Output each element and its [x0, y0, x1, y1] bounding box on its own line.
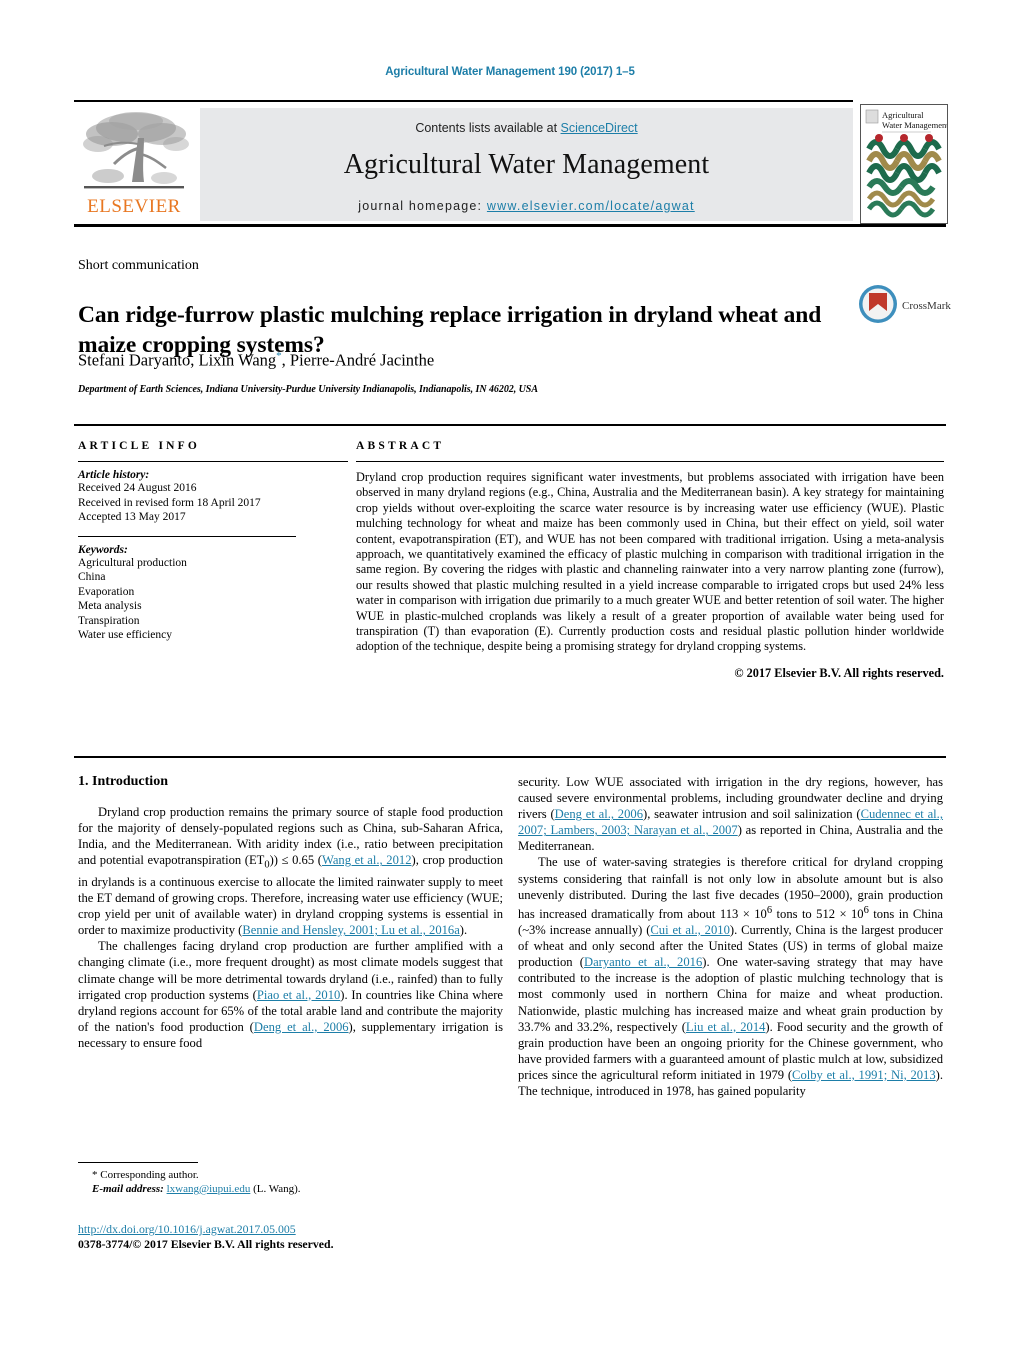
contents-prefix: Contents lists available at — [415, 121, 561, 135]
svg-text:Water Management: Water Management — [882, 120, 947, 130]
abstract-copyright: © 2017 Elsevier B.V. All rights reserved… — [734, 665, 944, 680]
body-paragraph: The challenges facing dryland crop produ… — [78, 938, 503, 1051]
citation-link[interactable]: Bennie and Hensley, 2001; Lu et al., 201… — [242, 923, 459, 937]
crossmark-badge[interactable]: CrossMark — [858, 284, 958, 334]
body-paragraph: The use of water-saving strategies is th… — [518, 854, 943, 1099]
text-run: ). — [459, 923, 468, 938]
keyword-item: China — [78, 571, 106, 583]
corresponding-author-star: * — [92, 1169, 98, 1181]
homepage-prefix: journal homepage: — [358, 199, 487, 213]
section-heading-introduction: 1. Introduction — [78, 774, 168, 789]
citation-link[interactable]: Wang et al., 2012 — [322, 853, 412, 867]
running-head: Agricultural Water Management 190 (2017)… — [385, 66, 635, 78]
elsevier-tree-icon — [83, 112, 189, 189]
email-link[interactable]: lxwang@iupui.edu — [167, 1183, 251, 1195]
info-block-top-rule — [74, 424, 946, 426]
article-history-accepted: Accepted 13 May 2017 — [78, 511, 186, 523]
info-block-bottom-rule — [74, 756, 946, 758]
keywords-separator-rule — [78, 535, 296, 537]
footnote-rule — [78, 1162, 198, 1163]
keywords-label: Keywords: — [78, 543, 128, 556]
keyword-item: Agricultural production — [78, 556, 187, 569]
keyword-item: Meta analysis — [78, 600, 142, 612]
corresponding-author-line: * Corresponding author. — [78, 1168, 503, 1182]
masthead-top-rule — [74, 100, 853, 102]
paper-page: Agricultural Water Management 190 (2017)… — [0, 0, 1020, 1351]
citation-link[interactable]: Deng et al., 2006 — [555, 807, 643, 821]
author-names-head: Stefani Daryanto, Lixin Wang — [78, 350, 277, 370]
email-label: E-mail address: — [92, 1183, 164, 1195]
keyword-item: Evaporation — [78, 585, 135, 598]
corresponding-author-text: Corresponding author. — [100, 1169, 199, 1181]
author-names-tail: , Pierre-André Jacinthe — [281, 350, 435, 370]
text-run: )) ≤ 0.65 ( — [269, 853, 322, 868]
citation-link[interactable]: Liu et al., 2014 — [686, 1020, 766, 1034]
article-type-label: Short communication — [78, 258, 199, 273]
body-column-left: 1. Introduction Dryland crop production … — [78, 774, 503, 1051]
doi-footer: http://dx.doi.org/10.1016/j.agwat.2017.0… — [78, 1222, 538, 1252]
citation-link[interactable]: Colby et al., 1991; Ni, 2013 — [792, 1068, 936, 1082]
abstract-column: ABSTRACT Dryland crop production require… — [356, 440, 944, 681]
sciencedirect-link[interactable]: ScienceDirect — [561, 121, 638, 135]
journal-masthead: ELSEVIER Contents lists available at Sci… — [74, 100, 948, 227]
article-info-heading: ARTICLE INFO — [78, 440, 201, 452]
article-history-revised: Received in revised form 18 April 2017 — [78, 496, 261, 509]
corresponding-author-footnote: * Corresponding author. E-mail address: … — [78, 1162, 503, 1196]
elsevier-logo: ELSEVIER — [78, 108, 190, 220]
author-list: Stefani Daryanto, Lixin Wang*, Pierre-An… — [78, 350, 434, 371]
keyword-item: Water use efficiency — [78, 629, 173, 641]
article-info-rule — [78, 461, 348, 462]
elsevier-wordmark: ELSEVIER — [87, 196, 181, 217]
issn-copyright-line: 0378-3774/© 2017 Elsevier B.V. All right… — [78, 1237, 334, 1251]
citation-link[interactable]: Piao et al., 2010 — [257, 988, 340, 1002]
article-info-column: ARTICLE INFO Article history: Received 2… — [78, 440, 348, 643]
crossmark-icon[interactable] — [858, 284, 898, 324]
keyword-item: Transpiration — [78, 614, 140, 627]
citation-link[interactable]: Cui et al., 2010 — [650, 923, 729, 937]
abstract-text: Dryland crop production requires signifi… — [356, 470, 944, 654]
journal-band: Contents lists available at ScienceDirec… — [200, 108, 853, 221]
journal-cover-thumbnail: Agricultural Water Management — [860, 104, 948, 224]
journal-homepage-line: journal homepage: www.elsevier.com/locat… — [200, 199, 853, 213]
journal-title: Agricultural Water Management — [343, 149, 710, 180]
journal-homepage-link[interactable]: www.elsevier.com/locate/agwat — [487, 199, 695, 213]
email-owner: (L. Wang). — [253, 1183, 301, 1195]
body-paragraph: security. Low WUE associated with irriga… — [518, 774, 943, 854]
article-history-label: Article history: — [78, 469, 150, 481]
text-run: ), seawater intrusion and soil salinizat… — [643, 807, 861, 822]
affiliation: Department of Earth Sciences, Indiana Un… — [78, 384, 538, 395]
article-history-received: Received 24 August 2016 — [78, 482, 197, 494]
crossmark-label: CrossMark — [902, 300, 951, 312]
svg-text:Agricultural: Agricultural — [882, 110, 924, 120]
abstract-heading: ABSTRACT — [356, 440, 445, 452]
citation-link[interactable]: Daryanto et al., 2016 — [584, 955, 702, 969]
citation-link[interactable]: Deng et al., 2006 — [254, 1020, 349, 1034]
body-column-right: security. Low WUE associated with irriga… — [518, 774, 943, 1099]
contents-line: Contents lists available at ScienceDirec… — [200, 121, 853, 135]
masthead-bottom-rule — [74, 224, 946, 227]
doi-link[interactable]: http://dx.doi.org/10.1016/j.agwat.2017.0… — [78, 1222, 296, 1236]
journal-cover-art-icon: Agricultural Water Management — [861, 105, 947, 223]
abstract-rule — [356, 461, 944, 462]
body-paragraph: Dryland crop production remains the prim… — [78, 804, 503, 938]
text-run: tons to 512 × 10 — [772, 906, 864, 921]
email-line: E-mail address: lxwang@iupui.edu (L. Wan… — [78, 1182, 503, 1196]
